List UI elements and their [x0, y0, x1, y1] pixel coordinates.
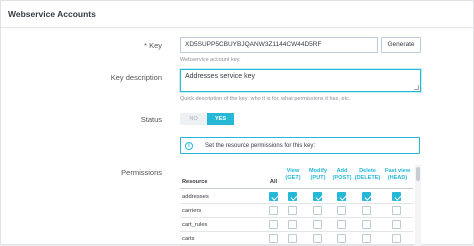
view-checkbox[interactable]	[288, 192, 297, 201]
modify-header-line2: (PUT)	[310, 174, 326, 181]
modify-header-line1: Modify	[308, 168, 328, 174]
all-checkbox[interactable]	[269, 206, 278, 215]
modify-column-header[interactable]: Modify (PUT)	[306, 168, 330, 181]
fastview-checkbox[interactable]	[392, 206, 401, 215]
delete-checkbox[interactable]	[362, 206, 371, 215]
permissions-table-header: Resource All View (GET) Modify (PUT) Add…	[180, 165, 413, 189]
table-row: carriers	[180, 204, 413, 218]
panel-title: Webservice Accounts	[1, 1, 473, 28]
permissions-info-text: Set the resource permissions for this ke…	[205, 143, 316, 149]
status-label: Status	[140, 115, 162, 124]
fastview-header-line2: (HEAD)	[387, 174, 408, 181]
table-row: carts	[180, 232, 413, 246]
permissions-label: Permissions	[121, 168, 162, 177]
modify-checkbox[interactable]	[313, 192, 322, 201]
status-off-option[interactable]: NO	[180, 113, 207, 125]
view-checkbox[interactable]	[288, 234, 297, 243]
description-label: Key description	[110, 73, 162, 82]
info-icon: i	[184, 140, 194, 151]
key-input[interactable]: XD5SUPP5CBUYBJQANW3Z1144CW44D5RF	[180, 37, 378, 53]
generate-button[interactable]: Generate	[381, 37, 421, 53]
status-switch[interactable]: NO YES	[180, 113, 234, 125]
fastview-checkbox[interactable]	[392, 192, 401, 201]
permissions-table: Resource All View (GET) Modify (PUT) Add…	[180, 165, 413, 246]
key-help-text: Webservice account key.	[180, 57, 241, 63]
all-checkbox[interactable]	[269, 220, 278, 229]
delete-column-header[interactable]: Delete (DELETE)	[354, 168, 381, 181]
key-label-text: Key	[149, 41, 162, 50]
table-row: addresses	[180, 190, 413, 204]
resize-grip-icon[interactable]	[414, 85, 419, 90]
delete-checkbox[interactable]	[362, 234, 371, 243]
webservice-accounts-panel: Webservice Accounts * Key XD5SUPP5CBUYBJ…	[0, 0, 474, 246]
view-column-header[interactable]: View (GET)	[281, 168, 305, 181]
fastview-checkbox[interactable]	[392, 220, 401, 229]
resource-column-header: Resource	[182, 179, 208, 185]
add-checkbox[interactable]	[337, 220, 346, 229]
resource-name: carts	[182, 236, 195, 242]
fastview-column-header[interactable]: Fast view (HEAD)	[382, 168, 413, 181]
required-mark: *	[144, 41, 147, 50]
delete-header-line2: (DELETE)	[354, 174, 381, 181]
fastview-header-line1: Fast view	[384, 168, 411, 174]
all-checkbox[interactable]	[269, 234, 278, 243]
description-help-text: Quick description of the key: who it is …	[180, 96, 351, 102]
resource-name: cart_rules	[182, 222, 208, 228]
resource-name: carriers	[182, 208, 202, 214]
add-checkbox[interactable]	[337, 206, 346, 215]
all-checkbox[interactable]	[269, 192, 278, 201]
description-value: Addresses service key	[185, 73, 256, 80]
add-checkbox[interactable]	[337, 234, 346, 243]
all-column-header: All	[269, 179, 278, 185]
scrollbar-thumb[interactable]	[416, 167, 420, 181]
permissions-info-alert: i Set the resource permissions for this …	[180, 137, 420, 154]
resource-name: addresses	[182, 194, 209, 200]
fastview-checkbox[interactable]	[392, 234, 401, 243]
modify-checkbox[interactable]	[313, 220, 322, 229]
add-checkbox[interactable]	[337, 192, 346, 201]
modify-checkbox[interactable]	[313, 234, 322, 243]
add-column-header[interactable]: Add (POST)	[330, 168, 354, 181]
delete-checkbox[interactable]	[362, 220, 371, 229]
view-checkbox[interactable]	[288, 220, 297, 229]
table-scrollbar[interactable]	[415, 165, 421, 246]
key-label: * Key	[144, 41, 162, 50]
table-row: cart_rules	[180, 218, 413, 232]
add-header-line2: (POST)	[332, 174, 352, 181]
status-on-option[interactable]: YES	[207, 113, 234, 125]
view-header-line2: (GET)	[285, 174, 301, 181]
description-textarea[interactable]: Addresses service key	[180, 69, 421, 92]
view-checkbox[interactable]	[288, 206, 297, 215]
delete-checkbox[interactable]	[362, 192, 371, 201]
modify-checkbox[interactable]	[313, 206, 322, 215]
